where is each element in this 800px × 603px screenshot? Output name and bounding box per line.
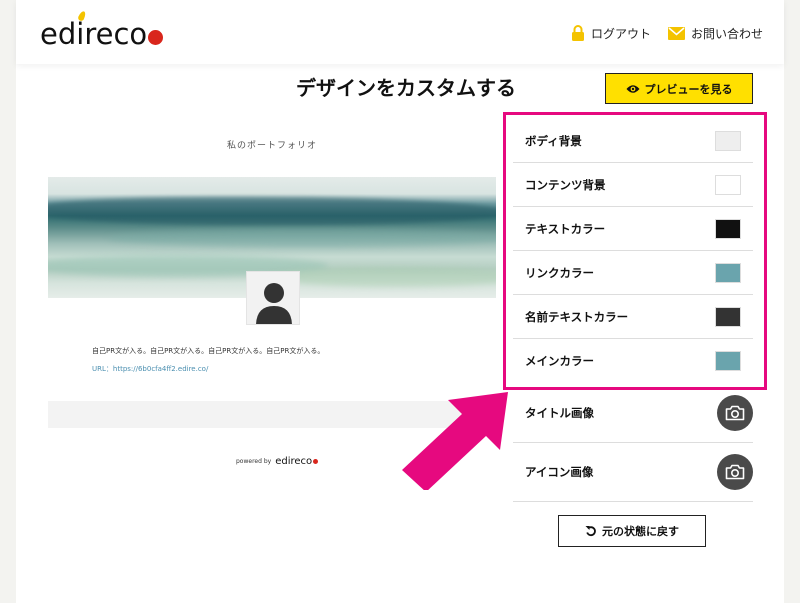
preview-button-label: プレビューを見る xyxy=(644,82,733,96)
self-pr-text: 自己PR文が入る。自己PR文が入る。自己PR文が入る。自己PR文が入る。 xyxy=(92,347,325,355)
setting-row-icon-image[interactable]: アイコン画像 xyxy=(513,443,753,502)
contact-link[interactable]: お問い合わせ xyxy=(668,24,763,42)
setting-row-title-image[interactable]: タイトル画像 xyxy=(513,384,753,443)
portfolio-url-link[interactable]: URL：https://6b0cfa4ff2.edire.co/ xyxy=(92,364,208,374)
image-settings-list: タイトル画像 アイコン画像 xyxy=(513,384,753,502)
setting-label: アイコン画像 xyxy=(525,465,594,479)
reset-button[interactable]: 元の状態に戻す xyxy=(558,515,706,547)
reset-button-label: 元の状態に戻す xyxy=(602,525,679,538)
undo-icon xyxy=(585,526,596,537)
portfolio-title: 私のポートフォリオ xyxy=(226,141,317,151)
person-icon xyxy=(256,283,292,324)
preview-button[interactable]: プレビューを見る xyxy=(605,73,753,104)
highlight-frame xyxy=(503,112,767,390)
avatar xyxy=(246,271,300,325)
logo-text-suffix: reco xyxy=(84,17,148,51)
header: ed ireco ログアウト お問い合わせ xyxy=(16,0,784,64)
lock-icon xyxy=(572,24,584,41)
camera-icon[interactable] xyxy=(717,454,753,490)
edireco-mini-logo: edireco xyxy=(275,456,319,467)
powered-by-text: powered by xyxy=(236,458,272,465)
setting-label: タイトル画像 xyxy=(525,406,594,420)
camera-icon[interactable] xyxy=(717,395,753,431)
powered-by: powered by edireco xyxy=(236,456,319,467)
logo-dot-icon xyxy=(148,30,164,45)
logout-label: ログアウト xyxy=(591,26,652,41)
pointer-arrow-icon xyxy=(402,392,508,490)
contact-label: お問い合わせ xyxy=(691,26,764,41)
mail-icon xyxy=(668,26,685,40)
eye-icon xyxy=(626,84,639,93)
edireco-logo[interactable]: ed ireco xyxy=(40,10,164,51)
page-title: デザインをカスタムする xyxy=(296,76,516,100)
logo-text-prefix: ed xyxy=(40,17,77,51)
logo-text-mid: i xyxy=(76,10,88,51)
logout-link[interactable]: ログアウト xyxy=(571,24,651,42)
page: ed ireco ログアウト お問い合わせ デザインをカスタムする プレビューを見… xyxy=(16,0,784,603)
